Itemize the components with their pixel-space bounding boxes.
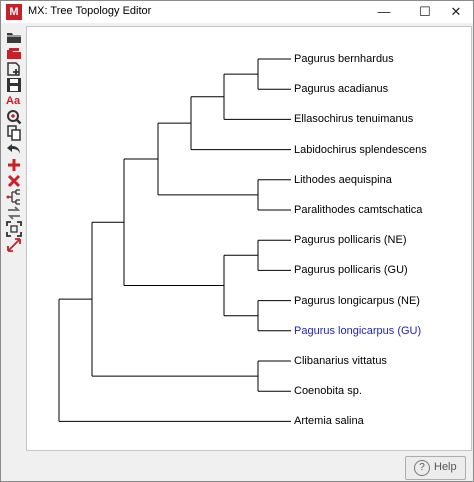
title-bar[interactable]: M MX: Tree Topology Editor — ☐ ✕: [1, 1, 473, 23]
help-label: Help: [434, 461, 457, 473]
leaf-label[interactable]: Pagurus pollicaris (GU): [294, 263, 408, 277]
delete-icon[interactable]: [6, 173, 22, 189]
add-file-icon[interactable]: [6, 61, 22, 77]
app-icon: M: [6, 4, 22, 20]
tree-topology-editor-window: M MX: Tree Topology Editor — ☐ ✕ Aa Pagu…: [0, 0, 474, 482]
tree-layout-icon[interactable]: [6, 189, 22, 205]
help-icon: ?: [414, 460, 430, 476]
save-icon[interactable]: [6, 77, 22, 93]
leaf-label[interactable]: Paralithodes camtschatica: [294, 203, 422, 217]
fit-window-icon[interactable]: [6, 221, 22, 237]
leaf-label[interactable]: Pagurus longicarpus (GU): [294, 324, 421, 338]
leaf-label[interactable]: Clibanarius vittatus: [294, 354, 387, 368]
minimize-button[interactable]: —: [367, 1, 401, 23]
leaf-label[interactable]: Pagurus acadianus: [294, 82, 388, 96]
copy-icon[interactable]: [6, 125, 22, 141]
open-red-icon[interactable]: [6, 45, 22, 61]
swap-icon[interactable]: [6, 205, 22, 221]
zoom-icon[interactable]: [6, 109, 22, 125]
font-icon[interactable]: Aa: [6, 93, 22, 109]
leaf-label[interactable]: Artemia salina: [294, 414, 364, 428]
leaf-label[interactable]: Lithodes aequispina: [294, 173, 392, 187]
open-folder-icon[interactable]: [6, 29, 22, 45]
leaf-label[interactable]: Pagurus bernhardus: [294, 52, 394, 66]
leaf-label[interactable]: Coenobita sp.: [294, 384, 362, 398]
vertical-toolbar: Aa: [3, 26, 25, 450]
footer-bar: ? Help: [1, 451, 473, 481]
expand-icon[interactable]: [6, 237, 22, 253]
undo-icon[interactable]: [6, 141, 22, 157]
tree-canvas[interactable]: Pagurus bernhardus Pagurus acadianus Ellas…: [26, 26, 472, 451]
add-icon[interactable]: [6, 157, 22, 173]
leaf-label[interactable]: Pagurus pollicaris (NE): [294, 233, 406, 247]
leaf-label[interactable]: Ellasochirus tenuimanus: [294, 112, 413, 126]
help-button[interactable]: ? Help: [405, 456, 466, 480]
close-button[interactable]: ✕: [439, 1, 473, 23]
leaf-label[interactable]: Labidochirus splendescens: [294, 143, 427, 157]
leaf-label[interactable]: Pagurus longicarpus (NE): [294, 294, 420, 308]
window-title: MX: Tree Topology Editor: [28, 5, 152, 17]
maximize-button[interactable]: ☐: [408, 1, 442, 23]
